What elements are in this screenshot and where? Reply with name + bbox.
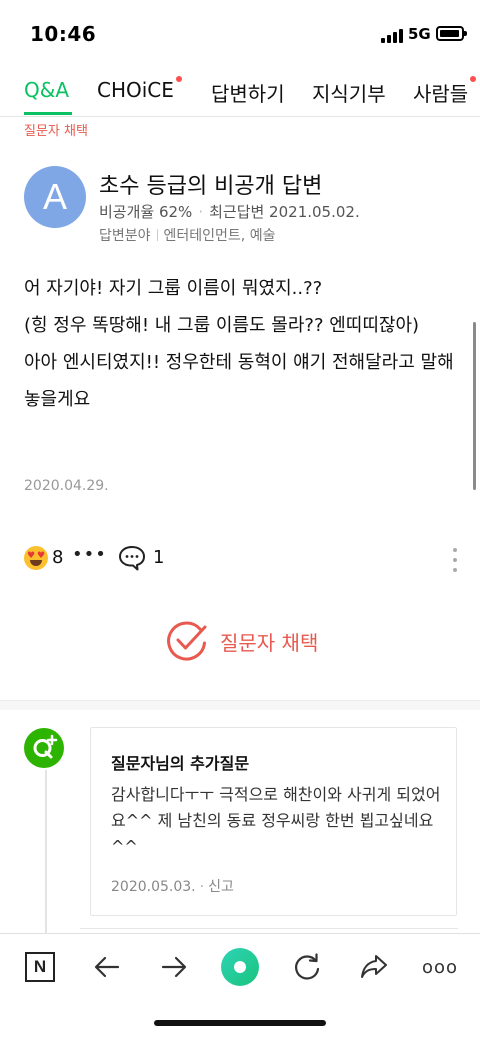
reaction-count: 8	[52, 547, 64, 568]
additional-question-date: 2020.05.03.	[111, 879, 196, 895]
field-value: 엔터테인먼트, 예술	[163, 228, 276, 244]
green-dot-button[interactable]	[220, 947, 260, 987]
answerer-meta: 비공개율 62% · 최근답변 2021.05.02.	[99, 201, 360, 222]
comment-count: 1	[153, 547, 165, 568]
signal-icon	[381, 29, 405, 43]
meta-separator: ·	[198, 203, 204, 221]
timeline-line	[45, 770, 47, 940]
tab-choice[interactable]: CHOiCE	[97, 76, 182, 102]
select-answer-label: 질문자 채택	[220, 630, 319, 655]
answerer-name[interactable]: 초수 등급의 비공개 답변	[99, 168, 322, 200]
meta-separator: ·	[199, 879, 205, 895]
naver-home-button[interactable]: N	[20, 947, 60, 987]
battery-icon	[436, 26, 467, 41]
tab-answer[interactable]: 답변하기	[211, 78, 285, 107]
answer-line: (힝 정우 똑땅해! 내 그룹 이름도 몰라?? 엔띠띠잖아)	[24, 315, 420, 336]
naver-logo-icon: N	[25, 952, 55, 982]
additional-question-card: 질문자님의 추가질문 감사합니다ㅜㅜ 극적으로 해찬이와 사귀게 되었어요^^ …	[90, 727, 457, 916]
section-divider	[0, 700, 480, 710]
new-dot	[175, 76, 182, 82]
bottom-nav: N ooo	[0, 933, 480, 1039]
share-icon[interactable]	[354, 947, 394, 987]
reaction-bar: ♥ ♥ 8 ••• 1	[0, 542, 480, 576]
divider	[0, 116, 480, 117]
avatar[interactable]: A	[24, 166, 86, 228]
answer-field: 답변분야 엔터테인먼트, 예술	[99, 225, 275, 245]
new-dot	[470, 76, 477, 82]
last-answer-date: 최근답변 2021.05.02.	[209, 203, 360, 221]
private-rate: 비공개율 62%	[99, 203, 193, 221]
refresh-icon[interactable]	[287, 947, 327, 987]
kebab-menu-icon[interactable]	[450, 546, 460, 574]
more-reactions-button[interactable]: •••	[72, 544, 107, 565]
answer-body: 어 자기야! 자기 그룹 이름이 뭐였지..?? (힝 정우 똑땅해! 내 그룹…	[24, 270, 454, 418]
more-icon[interactable]: ooo	[420, 947, 460, 987]
active-tab-indicator	[24, 112, 72, 115]
status-bar: 10:46 5G	[0, 0, 480, 64]
tab-people[interactable]: 사람들	[413, 76, 477, 107]
green-dot-icon	[221, 948, 259, 986]
answer-line: 어 자기야! 자기 그룹 이름이 뭐였지..??	[24, 278, 323, 299]
check-circle-icon	[167, 621, 207, 661]
network-label: 5G	[408, 25, 431, 43]
back-arrow-icon[interactable]	[87, 947, 127, 987]
heart-eyes-emoji-icon[interactable]: ♥ ♥	[24, 546, 48, 570]
field-divider	[156, 229, 158, 241]
category-tabs: Q&A CHOiCE 답변하기 지식기부 사람들	[0, 70, 480, 116]
field-label: 답변분야	[99, 228, 151, 244]
select-answer-button[interactable]: 질문자 채택	[164, 618, 318, 664]
home-indicator	[154, 1020, 326, 1026]
question-plus-icon	[24, 728, 64, 768]
report-link[interactable]: 신고	[208, 879, 234, 895]
additional-question-body: 감사합니다ㅜㅜ 극적으로 해찬이와 사귀게 되었어요^^ 제 남친의 동료 정우…	[111, 785, 441, 856]
tab-qna[interactable]: Q&A	[24, 78, 69, 102]
answer-date: 2020.04.29.	[24, 478, 109, 494]
additional-question-title: 질문자님의 추가질문	[111, 754, 250, 773]
status-time: 10:46	[30, 22, 97, 46]
comment-icon[interactable]	[117, 544, 147, 576]
forward-arrow-icon[interactable]	[154, 947, 194, 987]
selected-answer-label: 질문자 채택	[24, 124, 88, 139]
scrollbar[interactable]	[473, 322, 476, 490]
tab-donation[interactable]: 지식기부	[312, 78, 386, 107]
additional-question-meta: 2020.05.03. · 신고	[111, 876, 234, 896]
answer-line: 아아 엔시티였지!! 정우한테 동혁이 얘기 전해달라고 말해놓을게요	[24, 352, 454, 410]
